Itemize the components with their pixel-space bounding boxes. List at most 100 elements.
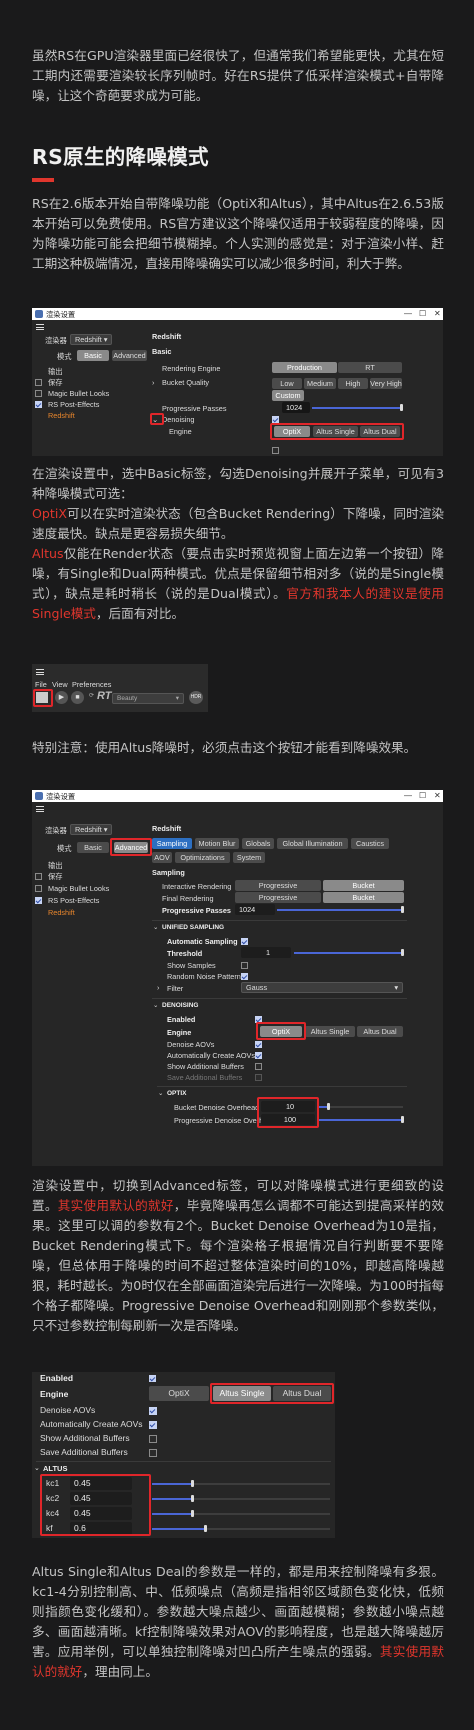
checkbox-rs-post-effects[interactable] [35, 401, 42, 408]
param-knob-kc1[interactable] [191, 1480, 194, 1487]
threshold-slider[interactable] [294, 952, 402, 954]
progressive-passes-field[interactable]: 1024 [282, 402, 310, 413]
renderer-dropdown[interactable]: Redshift ▾ [70, 824, 113, 835]
threshold-field[interactable]: 1 [241, 947, 291, 958]
tab-sampling[interactable]: Sampling [152, 838, 192, 849]
show-additional-checkbox[interactable] [149, 1435, 157, 1443]
progressive-passes-slider[interactable] [312, 407, 402, 409]
threshold-knob[interactable] [401, 949, 404, 956]
tab-system[interactable]: System [233, 852, 265, 863]
menu-icon[interactable] [36, 806, 44, 812]
close-icon[interactable]: ✕ [434, 309, 441, 318]
section-arrow-icon[interactable]: ⌄ [153, 923, 158, 931]
section-arrow-icon[interactable]: ⌄ [158, 1089, 163, 1097]
tab-advanced[interactable]: Advanced [112, 350, 147, 361]
minimize-icon[interactable]: — [404, 309, 412, 318]
quality-veryhigh-button[interactable]: Very High [370, 378, 402, 389]
param-knob-kc4[interactable] [191, 1510, 194, 1517]
denoise-aovs-checkbox[interactable] [255, 1041, 262, 1048]
quality-custom-button[interactable]: Custom [272, 390, 304, 401]
show-samples-checkbox[interactable] [241, 962, 248, 969]
expand-arrow-icon[interactable]: › [157, 983, 159, 992]
interactive-progressive-button[interactable]: Progressive [235, 880, 321, 891]
random-noise-checkbox[interactable] [241, 973, 248, 980]
quality-low-button[interactable]: Low [272, 378, 302, 389]
progressive-passes-field[interactable]: 1024 [235, 904, 275, 915]
quality-medium-button[interactable]: Medium [304, 378, 336, 389]
aov-dropdown[interactable]: Beauty ▾ [112, 693, 184, 704]
altus-dual-button[interactable]: Altus Dual [357, 1026, 403, 1037]
save-additional-checkbox[interactable] [149, 1449, 157, 1457]
list-item-redshift[interactable]: Redshift [48, 411, 75, 420]
minimize-icon[interactable]: — [404, 791, 412, 800]
checkbox-magic-bullet[interactable] [35, 885, 42, 892]
expand-arrow-icon[interactable]: › [152, 378, 154, 387]
play-icon[interactable]: ▶ [55, 691, 68, 704]
list-item-magic-bullet[interactable]: Magic Bullet Looks [48, 884, 109, 893]
optix-header[interactable]: OPTIX [167, 1090, 187, 1097]
auto-create-aovs-checkbox[interactable] [149, 1421, 157, 1429]
final-bucket-button[interactable]: Bucket [323, 892, 404, 903]
tab-basic[interactable]: Basic [77, 842, 109, 853]
checkbox-save[interactable] [35, 379, 42, 386]
param-knob-kf[interactable] [204, 1525, 207, 1532]
renderer-dropdown[interactable]: Redshift ▾ [70, 334, 113, 345]
maximize-icon[interactable]: ☐ [419, 791, 426, 800]
refresh-icon[interactable]: ⟳ [89, 692, 94, 699]
param-slider-kc2[interactable] [152, 1498, 192, 1500]
quality-high-button[interactable]: High [338, 378, 368, 389]
denoise-aovs-checkbox[interactable] [272, 447, 279, 454]
interactive-bucket-button[interactable]: Bucket [323, 880, 404, 891]
altus-single-button[interactable]: Altus Single [305, 1026, 355, 1037]
menu-icon[interactable] [36, 669, 44, 675]
maximize-icon[interactable]: ☐ [419, 309, 426, 318]
list-item-output[interactable]: 输出 [48, 367, 63, 377]
progressive-passes-slider[interactable] [277, 909, 402, 911]
tab-global-illumination[interactable]: Global Illumination [277, 838, 348, 849]
tab-optimizations[interactable]: Optimizations [175, 852, 230, 863]
progressive-overhead-slider[interactable] [319, 1119, 403, 1121]
list-item-save[interactable]: 保存 [48, 872, 63, 882]
param-knob-kc2[interactable] [191, 1495, 194, 1502]
param-slider-kc4[interactable] [152, 1513, 192, 1515]
checkbox-magic-bullet[interactable] [35, 390, 42, 397]
section-arrow-icon[interactable]: ⌄ [34, 1464, 40, 1472]
final-progressive-button[interactable]: Progressive [235, 892, 321, 903]
tab-motion-blur[interactable]: Motion Blur [195, 838, 239, 849]
tab-basic[interactable]: Basic [77, 350, 109, 361]
automatic-sampling-checkbox[interactable] [241, 938, 248, 945]
close-icon[interactable]: ✕ [434, 791, 441, 800]
optix-button[interactable]: OptiX [149, 1386, 209, 1401]
tab-aov[interactable]: AOV [152, 852, 172, 863]
list-item-save[interactable]: 保存 [48, 378, 63, 388]
param-slider-kf[interactable] [152, 1528, 205, 1530]
stop-icon[interactable]: ■ [71, 691, 84, 704]
save-additional-checkbox[interactable] [255, 1074, 262, 1081]
enabled-checkbox[interactable] [149, 1375, 156, 1382]
hdr-icon[interactable]: HDR [189, 691, 203, 704]
list-item-output[interactable]: 输出 [48, 861, 63, 871]
menu-file[interactable]: File [35, 680, 47, 689]
checkbox-rs-post-effects[interactable] [35, 897, 42, 904]
list-item-rs-post-effects[interactable]: RS Post-Effects [48, 896, 99, 905]
menu-icon[interactable] [36, 324, 44, 330]
filter-dropdown[interactable]: Gauss ▾ [241, 982, 403, 993]
rt-button[interactable]: RT [338, 362, 402, 373]
show-additional-checkbox[interactable] [255, 1063, 262, 1070]
denoising-header[interactable]: DENOISING [162, 1002, 198, 1009]
tab-globals[interactable]: Globals [242, 838, 274, 849]
progressive-passes-knob[interactable] [400, 404, 403, 411]
production-button[interactable]: Production [272, 362, 337, 373]
tab-caustics[interactable]: Caustics [351, 838, 389, 849]
progressive-overhead-knob[interactable] [401, 1116, 404, 1123]
menu-view[interactable]: View [52, 680, 68, 689]
unified-sampling-header[interactable]: UNIFIED SAMPLING [162, 924, 224, 931]
param-slider-kc1[interactable] [152, 1483, 192, 1485]
denoising-checkbox[interactable] [272, 416, 279, 423]
progressive-passes-knob[interactable] [401, 906, 404, 913]
altus-header[interactable]: ALTUS [43, 1464, 67, 1473]
section-arrow-icon[interactable]: ⌄ [153, 1001, 158, 1009]
checkbox-save[interactable] [35, 873, 42, 880]
list-item-magic-bullet[interactable]: Magic Bullet Looks [48, 389, 109, 398]
auto-create-aovs-checkbox[interactable] [255, 1052, 262, 1059]
